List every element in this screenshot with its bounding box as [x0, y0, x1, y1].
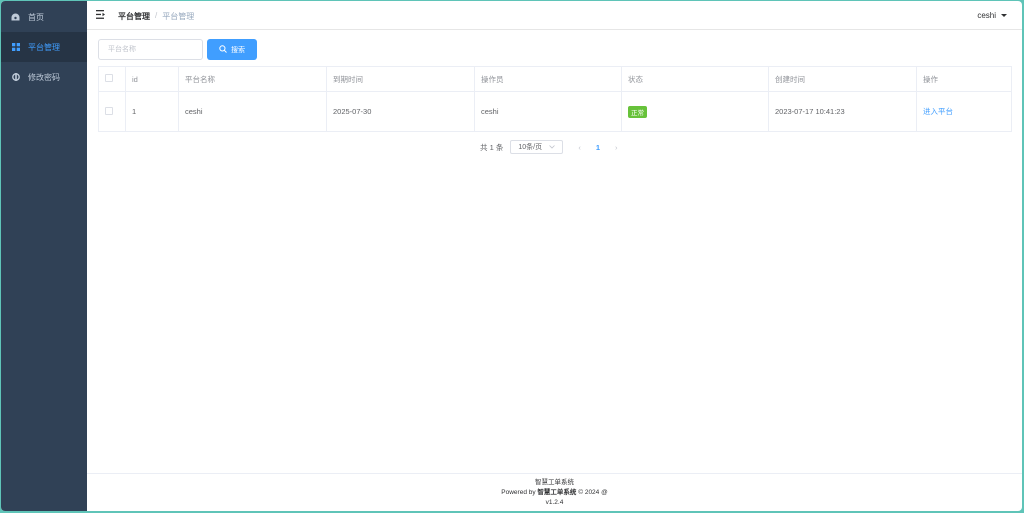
select-all-checkbox[interactable]: [105, 74, 113, 82]
footer-title: 智慧工单系统: [535, 479, 574, 486]
user-menu[interactable]: ceshi: [977, 11, 1007, 20]
row-select-cell: [98, 91, 126, 132]
page-size-value: 10条/页: [518, 144, 543, 151]
column-header: 创建时间: [768, 66, 917, 92]
footer: 智慧工单系统 Powered by 智慧工单系统 © 2024 @ v1.2.4: [87, 473, 1022, 508]
sidebar-item-label: 平台管理: [28, 42, 60, 52]
column-header: id: [125, 66, 179, 92]
lock-icon: [11, 73, 20, 82]
footer-powered: Powered by 智慧工单系统 © 2024 @: [87, 488, 1022, 498]
row-checkbox[interactable]: [105, 106, 113, 115]
breadcrumb-separator: /: [155, 11, 158, 20]
column-header: 状态: [621, 66, 769, 92]
enter-platform-link[interactable]: 进入平台: [923, 107, 953, 116]
footer-copyright: © 2024 @: [578, 489, 608, 496]
cell-operator: ceshi: [474, 91, 622, 132]
status-badge: 正常: [628, 105, 647, 118]
sidebar-item-label: 修改密码: [28, 72, 60, 82]
column-header: 平台名称: [178, 66, 327, 92]
pagination-total: 共 1 条: [480, 142, 504, 152]
sidebar-item-home[interactable]: 首页: [1, 2, 87, 32]
sidebar-item-label: 首页: [28, 12, 44, 22]
select-all-cell: [98, 66, 126, 92]
app-window: 首页 平台管理 修改密码 平台管理 / 平台管理 ceshi 平台名称 搜索 i…: [1, 1, 1022, 511]
column-header: 到期时间: [326, 66, 475, 92]
platform-table: id 平台名称 到期时间 操作员 状态 创建时间 操作 1 ceshi 2025…: [98, 66, 1012, 132]
footer-powered-prefix: Powered by: [501, 489, 536, 496]
main-content: 平台管理 / 平台管理 ceshi 搜索 id 平台名称 到期时间: [87, 1, 1022, 511]
page-size-select[interactable]: 10条/页: [510, 140, 564, 154]
breadcrumb-item[interactable]: 平台管理: [118, 11, 150, 22]
pagination: 共 1 条 10条/页 ‹ 1 ›: [480, 140, 618, 154]
navbar: 平台管理 / 平台管理 ceshi: [87, 1, 1022, 30]
hamburger-icon[interactable]: [96, 10, 106, 20]
user-name: ceshi: [977, 11, 996, 20]
search-icon: [219, 44, 227, 55]
page-number[interactable]: 1: [596, 143, 600, 152]
grid-icon: [11, 43, 20, 52]
cell-name: ceshi: [178, 91, 327, 132]
column-header: 操作员: [474, 66, 622, 92]
column-header: 操作: [916, 66, 1012, 92]
footer-version: v1.2.4: [545, 499, 564, 506]
search-button[interactable]: 搜索: [207, 39, 257, 60]
table-row: 1 ceshi 2025-07-30 ceshi 正常 2023-07-17 1…: [98, 91, 1012, 132]
caret-down-icon: [1001, 14, 1007, 17]
sidebar-item-password[interactable]: 修改密码: [1, 62, 87, 92]
sidebar-item-platform[interactable]: 平台管理: [1, 32, 87, 62]
search-button-label: 搜索: [231, 46, 245, 54]
next-page-button[interactable]: ›: [615, 143, 618, 152]
footer-brand: 智慧工单系统: [537, 489, 577, 496]
platform-name-input[interactable]: [98, 39, 203, 60]
cell-created: 2023-07-17 10:41:23: [768, 91, 917, 132]
table-header-row: id 平台名称 到期时间 操作员 状态 创建时间 操作: [98, 66, 1012, 92]
prev-page-button[interactable]: ‹: [578, 143, 581, 152]
breadcrumb: 平台管理 / 平台管理: [118, 11, 194, 22]
cell-id: 1: [125, 91, 179, 132]
breadcrumb-item-current: 平台管理: [162, 12, 195, 21]
cell-expire: 2025-07-30: [326, 91, 475, 132]
sidebar: 首页 平台管理 修改密码: [1, 1, 87, 511]
chevron-down-icon: [549, 145, 556, 149]
cell-status: 正常: [621, 91, 769, 132]
dashboard-icon: [11, 13, 20, 22]
cell-action: 进入平台: [916, 91, 1012, 132]
